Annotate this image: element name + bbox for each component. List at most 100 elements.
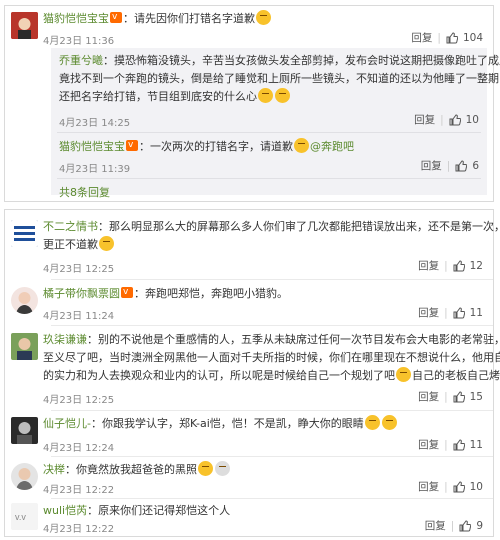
face-emoji-icon [215, 461, 230, 476]
comment-body: 决榉：你竟然放我超爸爸的黑照 [43, 461, 231, 478]
reply-button[interactable]: 回复 [421, 158, 442, 173]
username-link[interactable]: 乔重兮曦 [59, 54, 103, 67]
comment-text: ：奔跑吧郑恺，奔跑吧小猎豹。 [134, 287, 288, 300]
reply-button[interactable]: 回复 [425, 518, 446, 533]
comment-actions: 回复 | 11 [418, 437, 483, 452]
more-replies-link[interactable]: 共8条回复 [59, 184, 110, 200]
comment-body-line: 的实力和为人去换观众和业内的认可，所以呢是时候给自己一个规划了吧 自己的老板自己烤 [43, 367, 500, 384]
reply-button[interactable]: 回复 [411, 30, 432, 45]
comment-time: 4月23日 12:22 [43, 524, 115, 535]
username-link[interactable]: 猫豹恺恺宝宝 [59, 140, 125, 153]
comment-time: 4月23日 12:25 [43, 264, 115, 275]
avatar[interactable] [11, 333, 38, 360]
like-count: 11 [469, 438, 483, 451]
comment-item: 仙子恺儿-：你跟我学认字，郑K-ai恺，恺！不是凯，睁大你的眼睛 4月23日 1… [5, 413, 493, 455]
like-thumb-icon[interactable] [453, 306, 465, 319]
avatar[interactable] [11, 12, 38, 39]
reply-button[interactable]: 回复 [418, 258, 439, 273]
smile-emoji-icon [256, 10, 271, 25]
comment-time: 4月23日 11:36 [43, 36, 115, 47]
comment-time: 4月23日 12:24 [43, 443, 115, 454]
like-thumb-icon[interactable] [453, 438, 465, 451]
mention-link[interactable]: @奔跑吧 [310, 140, 354, 153]
avatar[interactable] [11, 220, 38, 247]
svg-text:v.v: v.v [15, 512, 26, 522]
avatar[interactable] [11, 463, 38, 490]
smile-emoji-icon [99, 236, 114, 251]
avatar[interactable] [11, 287, 38, 314]
smile-emoji-icon [198, 461, 213, 476]
avatar[interactable]: v.v [11, 503, 38, 530]
reply-actions: 回复 | 10 [414, 112, 479, 127]
comment-body: wuli恺芮：原来你们还记得郑恺这个人 [43, 502, 230, 519]
reply-button[interactable]: 回复 [414, 112, 435, 127]
smile-emoji-icon [396, 367, 411, 382]
smile-emoji-icon [275, 88, 290, 103]
comment-text: ：请先因你们打错名字道歉 [123, 12, 255, 25]
reply-line-1: 猫豹恺恺宝宝 ：一次两次的打错名字，请道歉 @奔跑吧 [59, 137, 354, 155]
comment-text: ：你跟我学认字，郑K-ai恺，恺！不是凯，睁大你的眼睛 [90, 417, 364, 430]
comment-divider [51, 456, 493, 457]
like-thumb-icon[interactable] [459, 519, 472, 532]
comment-actions: 回复 | 10 [418, 479, 483, 494]
comment-item: 玖柒谦谦：别的不说他是个重感情的人，五季从未缺席过任何一次节目发布会大电影的老常… [5, 329, 500, 409]
comment-text: 的实力和为人去换观众和业内的认可，所以呢是时候给自己一个规划了吧 [43, 369, 395, 382]
username-link[interactable]: 猫豹恺恺宝宝 [43, 12, 109, 25]
like-thumb-icon[interactable] [453, 259, 465, 272]
comment-divider [51, 410, 493, 411]
comment-body-line: 更正不道歉 [43, 236, 115, 253]
comment-actions: 回复 | 9 [424, 518, 483, 533]
comment-body: 不二之情书：那么明显那么大的屏幕那么多人你们审了几次都能把错误放出来，还不是第一… [43, 218, 500, 235]
like-count: 15 [469, 390, 483, 403]
username-link[interactable]: 玖柒谦谦 [43, 333, 87, 346]
reply-text: 还把名字给打错，节目组到底安的什么心 [59, 90, 257, 103]
like-thumb-icon[interactable] [453, 480, 465, 493]
comment-item: 不二之情书：那么明显那么大的屏幕那么多人你们审了几次都能把错误放出来，还不是第一… [5, 216, 500, 276]
like-count: 10 [469, 480, 483, 493]
like-count: 11 [469, 306, 483, 319]
reply-button[interactable]: 回复 [418, 305, 439, 320]
comment-body: 猫豹恺恺宝宝 ：请先因你们打错名字道歉 [43, 9, 272, 27]
reply-text: ：摸恐怖箱没镜头，辛苦当女孩做头发全部剪掉，发布会时说这期把摄像跑吐了成片 [103, 54, 500, 67]
reply-line-2: 竟找不到一个奔跑的镜头，倒是给了睡觉和上厕所一些镜头，不知道的还以为他睡了一整期… [59, 72, 500, 85]
like-count: 12 [469, 259, 483, 272]
reply-divider [57, 178, 481, 179]
vip-badge-icon [121, 284, 133, 301]
like-count: 6 [472, 159, 479, 172]
like-thumb-icon[interactable] [455, 159, 468, 172]
like-thumb-icon[interactable] [453, 390, 465, 403]
comment-text: 自己的老板自己烤 [412, 369, 500, 382]
comment-item: 决榉：你竟然放我超爸爸的黑照 4月23日 12:22 回复 | 10 [5, 459, 493, 497]
comment-divider [51, 498, 493, 499]
avatar[interactable] [11, 417, 38, 444]
username-link[interactable]: wuli恺芮 [43, 504, 87, 517]
comment-time: 4月23日 12:25 [43, 395, 115, 406]
comment-actions: 回复 | 12 [418, 258, 483, 273]
username-link[interactable]: 不二之情书 [43, 220, 98, 233]
like-thumb-icon[interactable] [446, 31, 458, 44]
comment-body: 玖柒谦谦：别的不说他是个重感情的人，五季从未缺席过任何一次节目发布会大电影的老常… [43, 331, 500, 348]
like-count: 104 [462, 31, 483, 44]
comment-item: v.v wuli恺芮：原来你们还记得郑恺这个人 4月23日 12:22 回复 | … [5, 500, 493, 536]
reply-button[interactable]: 回复 [418, 437, 439, 452]
username-link[interactable]: 决榉 [43, 463, 65, 476]
reply-time: 4月23日 14:25 [59, 118, 131, 129]
like-thumb-icon[interactable] [449, 113, 461, 126]
like-count: 10 [465, 113, 479, 126]
comment-thread-card: 猫豹恺恺宝宝：请先因你们打错名字道歉 4月23日 11:36 回复 | 104 … [4, 5, 500, 202]
reply-button[interactable]: 回复 [418, 479, 439, 494]
comment-item: 橘子带你飘票圆 ：奔跑吧郑恺，奔跑吧小猎豹。 4月23日 11:24 回复| 11 [5, 283, 493, 323]
vip-badge-icon [110, 9, 122, 26]
reply-divider [57, 132, 481, 133]
username-link[interactable]: 橘子带你飘票圆 [43, 287, 120, 300]
comment-time: 4月23日 12:22 [43, 485, 115, 496]
comment-body-line: 至义尽了吧，当时澳洲全网黑他一人面对千夫所指的时候，你们在哪里现在不想说什么，他… [43, 351, 500, 364]
reply-list: 乔重兮曦：摸恐怖箱没镜头，辛苦当女孩做头发全部剪掉，发布会时说这期把摄像跑吐了成… [51, 48, 500, 199]
comment-actions: 回复 | 15 [418, 389, 483, 404]
sweat-emoji-icon [381, 415, 397, 430]
reply-button[interactable]: 回复 [418, 389, 439, 404]
username-link[interactable]: 仙子恺儿- [43, 417, 91, 430]
comment-text: 更正不道歉 [43, 238, 98, 251]
reply-time: 4月23日 11:39 [59, 164, 131, 175]
sweat-emoji-icon [364, 415, 380, 430]
